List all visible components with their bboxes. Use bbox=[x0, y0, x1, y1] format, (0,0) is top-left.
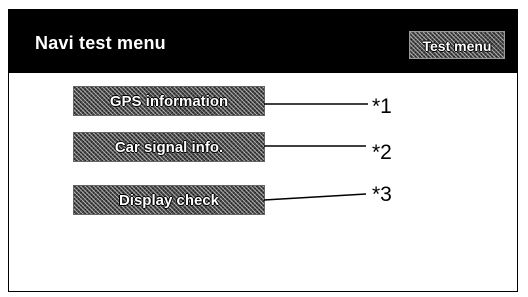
car-signal-info-button[interactable]: Car signal info. bbox=[73, 132, 265, 162]
header-bar: Navi test menu Test menu bbox=[9, 10, 517, 73]
page-title: Navi test menu bbox=[35, 33, 166, 53]
gps-information-button[interactable]: GPS information bbox=[73, 86, 265, 116]
test-menu-button[interactable]: Test menu bbox=[409, 31, 505, 59]
navi-screen: Navi test menu Test menu GPS information… bbox=[8, 9, 518, 292]
callout-label-2: *2 bbox=[372, 141, 392, 164]
display-check-button[interactable]: Display check bbox=[73, 185, 265, 215]
callout-label-3: *3 bbox=[372, 183, 392, 206]
callout-label-1: *1 bbox=[372, 95, 392, 118]
